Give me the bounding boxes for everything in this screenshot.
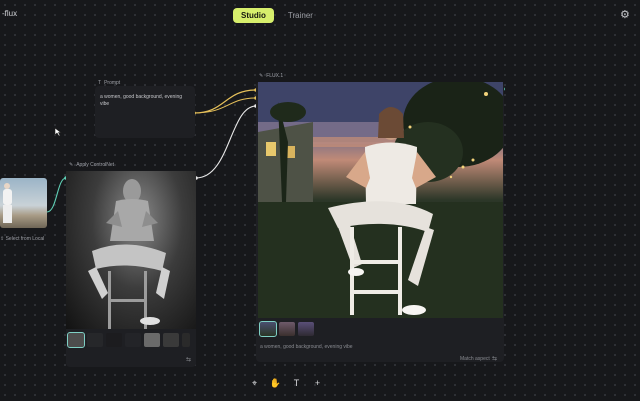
wand-icon: ✎ xyxy=(69,162,74,168)
flux-prompt-text[interactable]: a women, good background, evening vibe xyxy=(260,344,353,350)
select-from-local-button[interactable]: ⇪ Select from Local xyxy=(0,236,44,242)
hand-icon[interactable]: ✋ xyxy=(269,378,283,389)
plus-icon[interactable]: + xyxy=(311,378,325,388)
flux-thumb-2[interactable] xyxy=(279,322,295,336)
controlnet-node-header: ✎ Apply ControlNet xyxy=(69,162,114,168)
controlnet-node-title: Apply ControlNet xyxy=(76,162,114,168)
flux-thumb-1[interactable] xyxy=(259,321,277,337)
wire-input-to-controlnet xyxy=(46,177,67,213)
text-icon[interactable]: T xyxy=(290,378,304,388)
evening-portrait-scene xyxy=(258,82,503,318)
controlnet-thumb-2[interactable] xyxy=(87,333,103,347)
match-aspect-label[interactable]: Match aspect xyxy=(460,356,490,362)
flux-settings-icon[interactable]: ⇆ xyxy=(492,355,497,362)
controlnet-thumb-3[interactable] xyxy=(106,333,122,347)
depth-map-image xyxy=(66,171,196,329)
canvas-toolbar: ⌖ ✋ T + xyxy=(244,373,328,393)
generated-image xyxy=(258,82,503,318)
controlnet-thumbnail-strip xyxy=(67,332,190,348)
input-image-thumbnail[interactable] xyxy=(0,178,47,228)
controlnet-thumb-4[interactable] xyxy=(125,333,141,347)
wand-icon: ✎ xyxy=(259,73,264,79)
woman-photo-small xyxy=(3,183,12,223)
prompt-text[interactable]: a women, good background, evening vibe xyxy=(100,94,192,108)
controlnet-thumb-7[interactable] xyxy=(182,333,190,347)
cursor-icon[interactable]: ⌖ xyxy=(248,378,262,389)
mouse-pointer-icon xyxy=(54,127,62,137)
controlnet-thumb-5[interactable] xyxy=(144,333,160,347)
controlnet-thumb-depth[interactable] xyxy=(67,332,85,348)
select-from-local-label: Select from Local xyxy=(5,236,45,242)
controlnet-settings-icon[interactable]: ⇆ xyxy=(186,356,191,363)
flux-node-title: FLUX.1 xyxy=(266,73,284,79)
controlnet-thumb-6[interactable] xyxy=(163,333,179,347)
wire-prompt-to-flux-2 xyxy=(193,97,257,114)
wire-controlnet-to-flux xyxy=(195,105,257,179)
flux-node-header: ✎ FLUX.1 xyxy=(259,73,283,79)
flux-result-thumbnails xyxy=(259,321,314,337)
depth-silhouette xyxy=(88,179,170,329)
flux-thumb-3[interactable] xyxy=(298,322,314,336)
